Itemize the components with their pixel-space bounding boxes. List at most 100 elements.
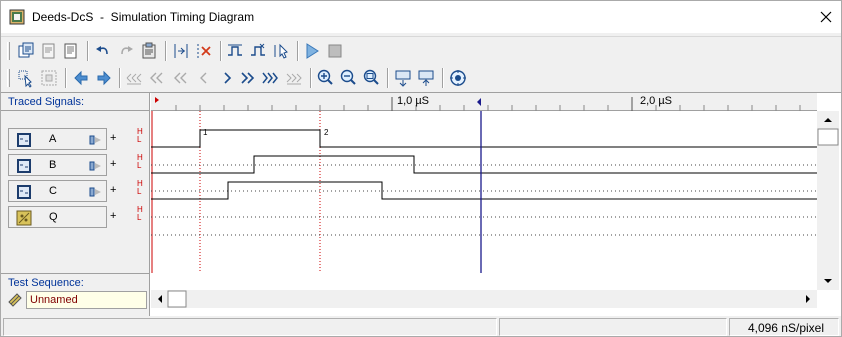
collapse-button[interactable] bbox=[416, 68, 436, 88]
input-signal-icon bbox=[17, 133, 31, 147]
grid-lines bbox=[151, 164, 817, 236]
app-window: Deeds-DcS - Simulation Timing Diagram Tr… bbox=[0, 0, 842, 337]
scroll-down-icon bbox=[824, 279, 832, 283]
app-icon bbox=[9, 9, 25, 25]
toolbar-separator bbox=[387, 68, 389, 88]
navigation-toolbar bbox=[1, 64, 841, 92]
step-back-button[interactable] bbox=[194, 68, 214, 88]
last-button[interactable] bbox=[284, 68, 304, 88]
input-signal-icon bbox=[17, 185, 31, 199]
horizontal-scrollbar[interactable] bbox=[151, 290, 817, 308]
close-button[interactable] bbox=[813, 8, 839, 26]
waveform-area[interactable]: 1 2 bbox=[151, 111, 817, 273]
expand-button[interactable] bbox=[393, 68, 413, 88]
toolbar-separator bbox=[310, 68, 312, 88]
undo-icon bbox=[96, 46, 108, 55]
status-bar: 4,096 nS/pixel bbox=[1, 316, 841, 336]
redo-button[interactable] bbox=[116, 41, 136, 61]
scroll-up-icon bbox=[824, 118, 832, 122]
scroll-right-icon bbox=[806, 295, 810, 303]
signal-name: A bbox=[49, 133, 57, 145]
select-signal-button[interactable] bbox=[16, 68, 36, 88]
fast-forward-icon bbox=[262, 72, 278, 84]
zoom-out-button[interactable] bbox=[338, 68, 358, 88]
forward-button[interactable] bbox=[94, 68, 114, 88]
page-icon bbox=[64, 43, 77, 59]
marker-label-2: 2 bbox=[324, 128, 329, 137]
settings-button[interactable] bbox=[448, 68, 468, 88]
output-signal-icon bbox=[16, 210, 32, 226]
close-icon bbox=[820, 11, 832, 23]
signal-button-b[interactable]: B bbox=[8, 154, 107, 176]
time-ruler[interactable]: 1,0 µS 2,0 µS bbox=[151, 93, 817, 111]
fast-forward-more-button[interactable] bbox=[261, 68, 281, 88]
last-icon bbox=[286, 73, 302, 85]
cursor-tool-button[interactable] bbox=[271, 41, 291, 61]
print-preview-button[interactable] bbox=[39, 41, 59, 61]
clipboard-button[interactable] bbox=[139, 41, 159, 61]
level-label-b: H L bbox=[137, 153, 143, 170]
status-panel-middle bbox=[499, 318, 727, 336]
signal-name: C bbox=[49, 185, 57, 197]
stop-simulation-button[interactable] bbox=[325, 41, 345, 61]
first-button[interactable] bbox=[124, 68, 144, 88]
input-toggle-icon[interactable] bbox=[89, 134, 103, 146]
step-forward-button[interactable] bbox=[217, 68, 237, 88]
signal-button-c[interactable]: C bbox=[8, 180, 107, 202]
select-all-button[interactable] bbox=[39, 68, 59, 88]
ruler-label-2us: 2,0 µS bbox=[640, 95, 673, 107]
level-label-a: H L bbox=[137, 127, 143, 144]
waveform-a bbox=[151, 129, 817, 148]
signal-list: A B C Q + + + + H L H L H L H L bbox=[1, 111, 150, 273]
delete-signal-icon bbox=[197, 44, 211, 58]
insert-step-icon bbox=[228, 44, 242, 56]
undo-button[interactable] bbox=[93, 41, 113, 61]
signal-button-q[interactable]: Q bbox=[8, 206, 107, 228]
signal-expand-q[interactable]: + bbox=[110, 210, 116, 222]
test-sequence-panel: Test Sequence: Unnamed bbox=[1, 273, 150, 317]
test-sequence-name-field[interactable]: Unnamed bbox=[26, 291, 147, 309]
copy-diagram-button[interactable] bbox=[16, 41, 36, 61]
marker-label-1: 1 bbox=[203, 128, 208, 137]
toolbar-separator bbox=[165, 41, 167, 61]
back-button[interactable] bbox=[71, 68, 91, 88]
scroll-thumb bbox=[167, 290, 187, 308]
fast-rewind-button[interactable] bbox=[147, 68, 167, 88]
test-sequence-label: Test Sequence: bbox=[8, 277, 84, 289]
vertical-scrollbar[interactable] bbox=[817, 111, 839, 290]
zoom-fit-button[interactable] bbox=[361, 68, 381, 88]
collapse-icon bbox=[418, 70, 434, 86]
marker-lines bbox=[199, 111, 321, 273]
page-button[interactable] bbox=[61, 41, 81, 61]
remove-step-button[interactable] bbox=[248, 41, 268, 61]
signal-button-a[interactable]: A bbox=[8, 128, 107, 150]
title-bar: Deeds-DcS - Simulation Timing Diagram bbox=[1, 1, 841, 33]
select-signal-icon bbox=[18, 70, 32, 88]
fast-rewind-icon bbox=[150, 72, 163, 84]
signal-expand-b[interactable]: + bbox=[110, 158, 116, 170]
stop-simulation-icon bbox=[328, 44, 342, 58]
rewind-button[interactable] bbox=[171, 68, 191, 88]
zoom-out-icon bbox=[340, 69, 356, 85]
signal-expand-a[interactable]: + bbox=[110, 132, 116, 144]
signal-expand-c[interactable]: + bbox=[110, 184, 116, 196]
signal-name: B bbox=[49, 159, 57, 171]
forward-icon bbox=[97, 70, 111, 86]
toolbar-grip[interactable] bbox=[7, 42, 10, 60]
test-sequence-icon bbox=[8, 293, 22, 307]
cursor-marker-icon bbox=[477, 98, 481, 106]
fast-forward-button[interactable] bbox=[237, 68, 257, 88]
toolbar-separator bbox=[119, 68, 121, 88]
print-preview-icon bbox=[42, 43, 55, 59]
zoom-in-button[interactable] bbox=[315, 68, 335, 88]
scroll-left-icon bbox=[158, 295, 162, 303]
input-toggle-icon[interactable] bbox=[89, 186, 103, 198]
input-toggle-icon[interactable] bbox=[89, 160, 103, 172]
toolbar-grip[interactable] bbox=[7, 69, 10, 87]
add-signal-button[interactable] bbox=[171, 41, 191, 61]
status-panel-zoom: 4,096 nS/pixel bbox=[729, 318, 839, 336]
delete-signal-button[interactable] bbox=[194, 41, 214, 61]
insert-step-button[interactable] bbox=[225, 41, 245, 61]
run-simulation-button[interactable] bbox=[302, 41, 322, 61]
settings-icon bbox=[450, 70, 466, 86]
